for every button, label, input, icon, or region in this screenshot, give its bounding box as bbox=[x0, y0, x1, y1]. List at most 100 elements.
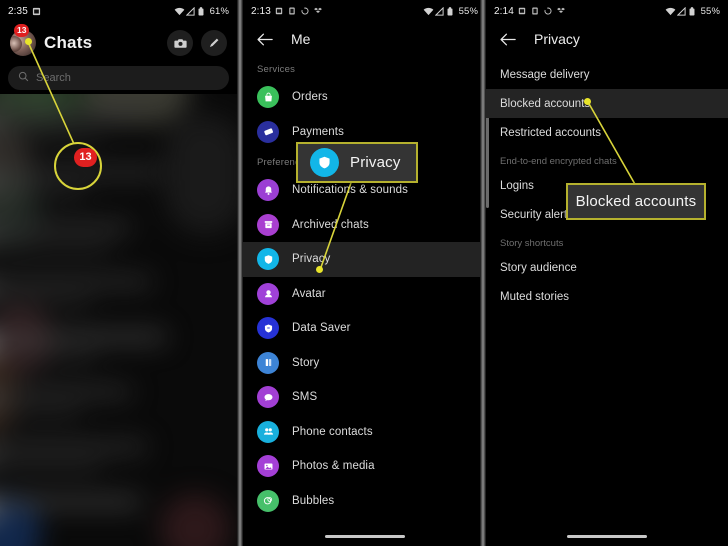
status-bar-right: 61% bbox=[174, 6, 229, 17]
row-photos-and-media[interactable]: Photos & media bbox=[243, 449, 486, 484]
row-message-delivery[interactable]: Message delivery bbox=[486, 60, 728, 89]
status-bar-privacy: 2:14 55% bbox=[486, 0, 728, 22]
datasaver-icon bbox=[257, 317, 279, 340]
blur-canvas bbox=[0, 94, 237, 546]
compose-button[interactable] bbox=[201, 30, 227, 56]
archive-icon bbox=[257, 213, 279, 236]
wifi-icon bbox=[665, 7, 676, 16]
dropbox-icon bbox=[556, 7, 566, 16]
row-label: Story audience bbox=[500, 261, 577, 274]
avatar-icon bbox=[257, 282, 279, 305]
page-title: Chats bbox=[44, 33, 93, 52]
row-muted-stories[interactable]: Muted stories bbox=[486, 282, 728, 311]
battery-icon bbox=[689, 6, 698, 16]
panel-me: 2:13 55% Me Services Orders Payments Pre… bbox=[243, 0, 486, 546]
pencil-icon bbox=[208, 37, 220, 49]
calendar-icon bbox=[275, 7, 284, 16]
section-label-preferences: Preferences bbox=[257, 157, 311, 168]
bubbles-icon bbox=[257, 489, 279, 512]
bag-icon bbox=[257, 86, 279, 109]
back-button[interactable] bbox=[500, 33, 516, 46]
document-icon bbox=[531, 6, 540, 16]
profile-avatar-button[interactable]: 13 bbox=[10, 24, 36, 56]
search-bar[interactable]: Search bbox=[8, 66, 229, 90]
chat-list-blurred[interactable] bbox=[0, 94, 237, 546]
row-label: Archived chats bbox=[292, 218, 369, 231]
section-label-story-shortcuts: Story shortcuts bbox=[500, 238, 564, 249]
signal-icon bbox=[185, 6, 195, 16]
sync-icon bbox=[301, 6, 310, 16]
row-label: Payments bbox=[292, 125, 344, 138]
battery-percent: 55% bbox=[458, 5, 478, 17]
payment-icon bbox=[257, 120, 279, 143]
status-bar-left: 2:35 bbox=[8, 6, 41, 17]
row-logins[interactable]: Logins bbox=[486, 171, 728, 200]
row-privacy[interactable]: Privacy bbox=[243, 242, 486, 277]
home-indicator bbox=[567, 535, 647, 538]
row-label: Story bbox=[292, 356, 320, 369]
row-payments[interactable]: Payments bbox=[243, 115, 486, 150]
screenshot-stage: 2:35 61% 13 Chats Search 2:13 55% Me Ser… bbox=[0, 0, 728, 546]
privacy-topbar: Privacy bbox=[486, 22, 728, 56]
row-label: Restricted accounts bbox=[500, 126, 601, 139]
row-label: Avatar bbox=[292, 287, 326, 300]
row-restricted-accounts[interactable]: Restricted accounts bbox=[486, 118, 728, 147]
row-label: Privacy bbox=[292, 253, 331, 266]
row-sms[interactable]: SMS bbox=[243, 380, 486, 415]
status-time: 2:13 bbox=[251, 5, 271, 17]
camera-button[interactable] bbox=[167, 30, 193, 56]
row-label: Phone contacts bbox=[292, 425, 373, 438]
row-bubbles[interactable]: Bubbles bbox=[243, 484, 486, 519]
page-title: Me bbox=[291, 31, 311, 47]
row-label: Notifications & sounds bbox=[292, 184, 408, 197]
row-story-audience[interactable]: Story audience bbox=[486, 253, 728, 282]
privacy-list: Message delivery Blocked accounts Restri… bbox=[486, 60, 728, 311]
row-archived-chats[interactable]: Archived chats bbox=[243, 208, 486, 243]
search-input[interactable]: Search bbox=[36, 72, 71, 84]
wifi-icon bbox=[174, 7, 185, 16]
row-notifications-and-sounds[interactable]: Notifications & sounds bbox=[243, 173, 486, 208]
status-bar-right: 55% bbox=[423, 6, 478, 17]
back-button[interactable] bbox=[257, 33, 273, 46]
header-actions bbox=[167, 30, 227, 56]
search-icon bbox=[18, 69, 29, 87]
battery-percent: 61% bbox=[209, 5, 229, 17]
panel-privacy: 2:14 55% Privacy Message delivery Blocke… bbox=[486, 0, 728, 546]
row-label: Message delivery bbox=[500, 68, 590, 81]
row-phone-contacts[interactable]: Phone contacts bbox=[243, 415, 486, 450]
status-bar-left: 2:14 bbox=[494, 6, 566, 17]
row-security-alerts[interactable]: Security alerts bbox=[486, 200, 728, 229]
home-indicator bbox=[324, 535, 405, 538]
status-bar-chats: 2:35 61% bbox=[0, 0, 237, 22]
me-topbar: Me bbox=[243, 22, 486, 56]
calendar-icon bbox=[32, 7, 41, 16]
wifi-icon bbox=[423, 7, 434, 16]
row-orders[interactable]: Orders bbox=[243, 80, 486, 115]
chats-header: 13 Chats bbox=[0, 22, 237, 64]
row-label: Security alerts bbox=[500, 208, 573, 221]
row-story[interactable]: Story bbox=[243, 346, 486, 381]
document-icon bbox=[288, 6, 297, 16]
row-avatar[interactable]: Avatar bbox=[243, 277, 486, 312]
sms-icon bbox=[257, 386, 279, 409]
row-label: Orders bbox=[292, 91, 328, 104]
signal-icon bbox=[434, 6, 444, 16]
camera-icon bbox=[173, 38, 187, 49]
dropbox-icon bbox=[313, 7, 323, 16]
sync-icon bbox=[544, 6, 553, 16]
status-time: 2:14 bbox=[494, 5, 514, 17]
status-bar-right: 55% bbox=[665, 6, 720, 17]
row-label: Logins bbox=[500, 179, 534, 192]
row-blocked-accounts[interactable]: Blocked accounts bbox=[486, 89, 728, 118]
shield-icon bbox=[257, 248, 279, 271]
contacts-icon bbox=[257, 420, 279, 443]
row-label: Muted stories bbox=[500, 290, 570, 303]
status-bar-left: 2:13 bbox=[251, 6, 323, 17]
unread-badge: 13 bbox=[14, 24, 30, 37]
signal-icon bbox=[676, 6, 686, 16]
row-label: Photos & media bbox=[292, 460, 375, 473]
row-label: Bubbles bbox=[292, 494, 335, 507]
section-label-services: Services bbox=[257, 64, 296, 75]
row-data-saver[interactable]: Data Saver bbox=[243, 311, 486, 346]
calendar-icon bbox=[518, 7, 527, 16]
